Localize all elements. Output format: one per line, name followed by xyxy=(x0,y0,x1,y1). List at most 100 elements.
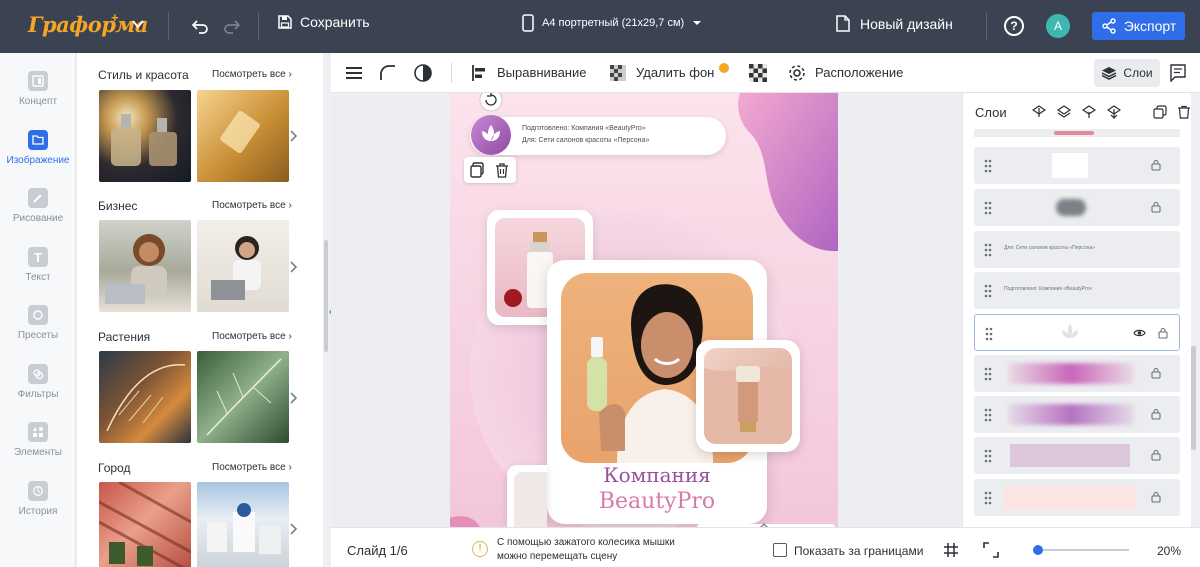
bring-forward-icon[interactable] xyxy=(1032,105,1046,119)
help-icon[interactable]: ? xyxy=(1004,16,1024,36)
fullscreen-icon[interactable] xyxy=(983,542,999,558)
see-all-link[interactable]: Посмотреть все › xyxy=(212,69,292,80)
drag-handle-icon[interactable] xyxy=(985,327,993,341)
drag-handle-icon[interactable] xyxy=(984,449,992,463)
drag-handle-icon[interactable] xyxy=(984,243,992,257)
rotate-handle-icon[interactable] xyxy=(478,93,504,113)
rail-item-presets[interactable]: Пресеты xyxy=(0,305,76,341)
see-all-link[interactable]: Посмотреть все › xyxy=(212,200,292,211)
layer-row[interactable]: Подготовлено: Компания «BeautyPro» xyxy=(974,272,1180,309)
brand-company-word[interactable]: Компания xyxy=(547,463,767,487)
lock-icon[interactable] xyxy=(1157,327,1169,339)
menu-icon[interactable] xyxy=(345,65,363,81)
plant-thumbnail[interactable] xyxy=(99,351,191,443)
zoom-slider[interactable] xyxy=(1032,545,1129,555)
chevron-right-icon[interactable] xyxy=(286,522,300,536)
trash-icon[interactable] xyxy=(494,162,510,178)
layer-thumbnail xyxy=(1008,404,1134,425)
drag-handle-icon[interactable] xyxy=(984,201,992,215)
drag-handle-icon[interactable] xyxy=(984,408,992,422)
plant-thumbnail[interactable] xyxy=(197,351,289,443)
undo-icon[interactable] xyxy=(190,16,210,36)
see-all-link[interactable]: Посмотреть все › xyxy=(212,331,292,342)
chevron-right-icon[interactable] xyxy=(286,391,300,405)
rail-label: История xyxy=(18,506,58,517)
rail-item-draw[interactable]: Рисование xyxy=(0,188,76,224)
eye-icon[interactable] xyxy=(1133,328,1146,338)
bottom-photo-card[interactable] xyxy=(507,465,547,527)
send-to-back-icon[interactable] xyxy=(1107,105,1121,119)
perfume-thumbnail[interactable] xyxy=(197,90,289,182)
drag-handle-icon[interactable] xyxy=(984,284,992,298)
app-logo[interactable]: Граформа xyxy=(28,12,149,37)
lotus-icon xyxy=(482,125,500,141)
drag-handle-icon[interactable] xyxy=(984,159,992,173)
new-design-button[interactable]: Новый дизайн xyxy=(836,15,953,32)
design-page[interactable]: Подготовлено: Компания «BeautyPro» Для: … xyxy=(450,93,838,527)
save-button[interactable]: Сохранить xyxy=(278,14,370,30)
layer-row-selected[interactable] xyxy=(974,314,1180,351)
zoom-slider-handle[interactable] xyxy=(1032,545,1043,555)
prepared-for-text[interactable]: Для: Сети салонов красоты «Персона» xyxy=(522,137,649,144)
bring-to-front-icon[interactable] xyxy=(1057,105,1071,119)
rail-item-elements[interactable]: Элементы xyxy=(0,422,76,458)
layer-thumbnail xyxy=(1004,486,1136,509)
category-title: Город xyxy=(98,461,131,475)
show-outside-label[interactable]: Показать за границами xyxy=(794,544,923,558)
chevron-down-icon[interactable] xyxy=(131,17,145,31)
layer-row-partial[interactable] xyxy=(974,129,1180,137)
opacity-icon[interactable] xyxy=(413,63,433,83)
perfume-thumbnail[interactable] xyxy=(99,90,191,182)
lock-icon[interactable] xyxy=(1150,159,1162,171)
layer-row[interactable] xyxy=(974,437,1180,474)
hint-text: С помощью зажатого колесика мышки можно … xyxy=(497,537,675,562)
layer-row[interactable] xyxy=(974,396,1180,433)
layer-row[interactable] xyxy=(974,479,1180,516)
export-button[interactable]: Экспорт xyxy=(1092,12,1185,40)
corner-radius-icon[interactable] xyxy=(379,64,397,82)
city-thumbnail[interactable] xyxy=(99,482,191,567)
rail-item-image[interactable]: Изображение xyxy=(0,130,76,166)
transparency-grid-icon[interactable] xyxy=(749,64,767,82)
layer-row[interactable] xyxy=(974,355,1180,392)
delete-layer-icon[interactable] xyxy=(1177,105,1191,119)
chevron-right-icon[interactable] xyxy=(286,260,300,274)
send-backward-icon[interactable] xyxy=(1082,105,1096,119)
duplicate-icon[interactable] xyxy=(469,162,485,178)
lock-icon[interactable] xyxy=(1150,491,1162,503)
canvas-area[interactable]: Подготовлено: Компания «BeautyPro» Для: … xyxy=(331,93,961,527)
foundation-photo-card[interactable] xyxy=(696,340,800,452)
brand-name-word[interactable]: BeautyPro xyxy=(547,489,767,514)
chevron-right-icon[interactable] xyxy=(286,129,300,143)
see-all-link[interactable]: Посмотреть все › xyxy=(212,462,292,473)
rail-item-text[interactable]: T Текст xyxy=(0,247,76,283)
rail-item-concept[interactable]: Концепт xyxy=(0,71,76,107)
align-label: Выравнивание xyxy=(497,65,587,80)
prepared-by-text[interactable]: Подготовлено: Компания «BeautyPro» xyxy=(522,125,646,132)
layer-row[interactable] xyxy=(974,189,1180,226)
drag-handle-icon[interactable] xyxy=(984,367,992,381)
lock-icon[interactable] xyxy=(1150,408,1162,420)
business-thumbnail[interactable] xyxy=(99,220,191,312)
layers-panel: Слои Для: Сети салонов красоты «Персона»… xyxy=(962,93,1191,527)
layer-row[interactable]: Для: Сети салонов красоты «Персона» xyxy=(974,231,1180,268)
city-thumbnail[interactable] xyxy=(197,482,289,567)
layer-row[interactable] xyxy=(974,147,1180,184)
business-thumbnail[interactable] xyxy=(197,220,289,312)
lock-icon[interactable] xyxy=(1150,201,1162,213)
page-format-select[interactable]: А4 портретный (21х29,7 см) xyxy=(522,14,702,32)
lock-icon[interactable] xyxy=(1150,449,1162,461)
duplicate-layer-icon[interactable] xyxy=(1153,105,1167,119)
rail-item-history[interactable]: История xyxy=(0,481,76,517)
avatar[interactable]: A xyxy=(1046,14,1070,38)
drag-handle-icon[interactable] xyxy=(984,491,992,505)
redo-icon[interactable] xyxy=(222,16,242,36)
slide-indicator[interactable]: Слайд 1/6 xyxy=(347,543,408,558)
comment-icon[interactable] xyxy=(1170,64,1186,82)
lock-icon[interactable] xyxy=(1150,367,1162,379)
grid-icon[interactable] xyxy=(943,542,959,558)
show-outside-checkbox[interactable] xyxy=(773,543,787,557)
rail-item-filters[interactable]: Фильтры xyxy=(0,364,76,400)
layers-toggle-button[interactable]: Слои xyxy=(1094,59,1160,87)
layers-scrollbar[interactable] xyxy=(1191,346,1196,450)
